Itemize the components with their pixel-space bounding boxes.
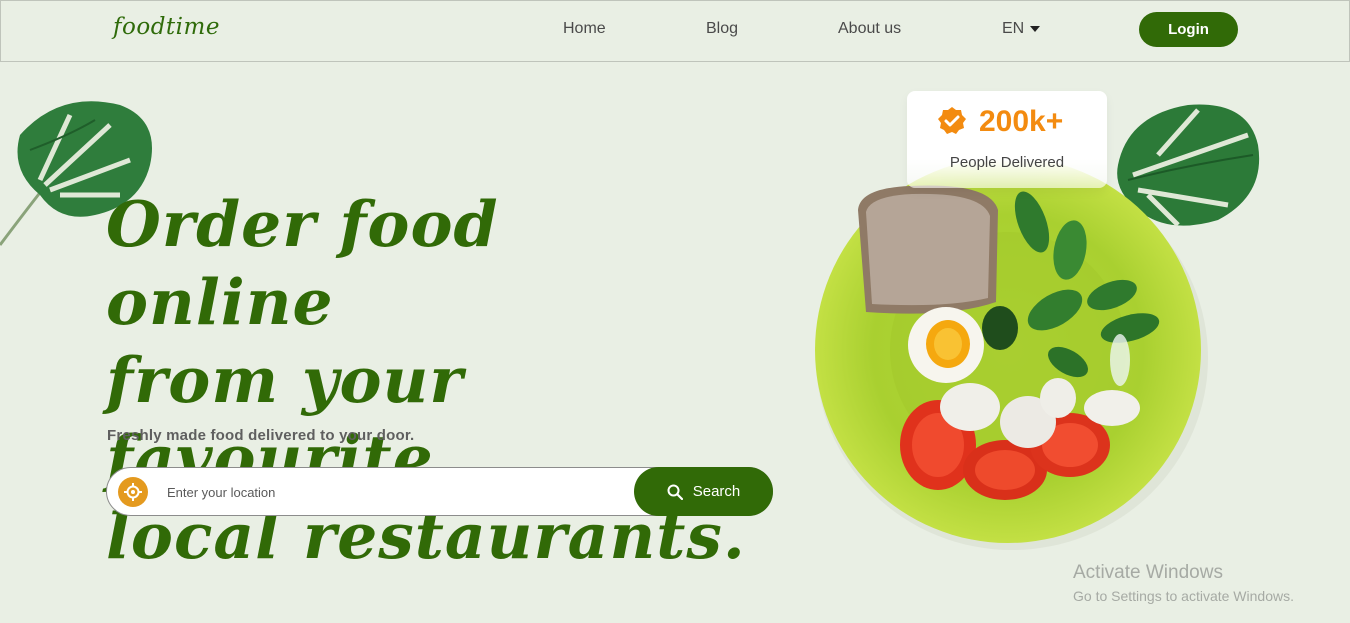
location-input[interactable] xyxy=(167,478,627,506)
login-button[interactable]: Login xyxy=(1139,12,1238,47)
food-plate-image xyxy=(815,157,1208,550)
watermark-title: Activate Windows xyxy=(1073,562,1223,583)
caret-down-icon xyxy=(1030,26,1041,32)
location-target-icon[interactable] xyxy=(118,477,148,507)
watermark-subtitle: Go to Settings to activate Windows. xyxy=(1073,588,1294,604)
hero-headline: Order food online from your favourite lo… xyxy=(106,185,746,575)
search-button[interactable]: Search xyxy=(634,467,773,516)
search-icon xyxy=(667,484,683,500)
delivered-count: 200k+ xyxy=(979,105,1064,138)
nav-link-about[interactable]: About us xyxy=(838,20,901,38)
location-search-bar: Search xyxy=(106,467,773,516)
top-navbar: foodtime Home Blog About us EN Login xyxy=(0,0,1350,62)
search-button-label: Search xyxy=(692,483,741,500)
delivered-stats-badge: 200k+ People Delivered xyxy=(907,91,1107,188)
nav-link-blog[interactable]: Blog xyxy=(706,20,738,38)
brand-logo[interactable]: foodtime xyxy=(113,14,220,40)
language-selector[interactable]: EN xyxy=(1002,20,1041,38)
hero-subtitle: Freshly made food delivered to your door… xyxy=(107,427,415,444)
activate-windows-watermark: Activate Windows Go to Settings to activ… xyxy=(1073,562,1294,604)
verified-check-icon xyxy=(938,107,966,134)
headline-line-1: Order food online xyxy=(106,187,499,339)
nav-link-home[interactable]: Home xyxy=(563,20,606,38)
delivered-label: People Delivered xyxy=(949,154,1065,171)
language-label: EN xyxy=(1002,20,1025,37)
